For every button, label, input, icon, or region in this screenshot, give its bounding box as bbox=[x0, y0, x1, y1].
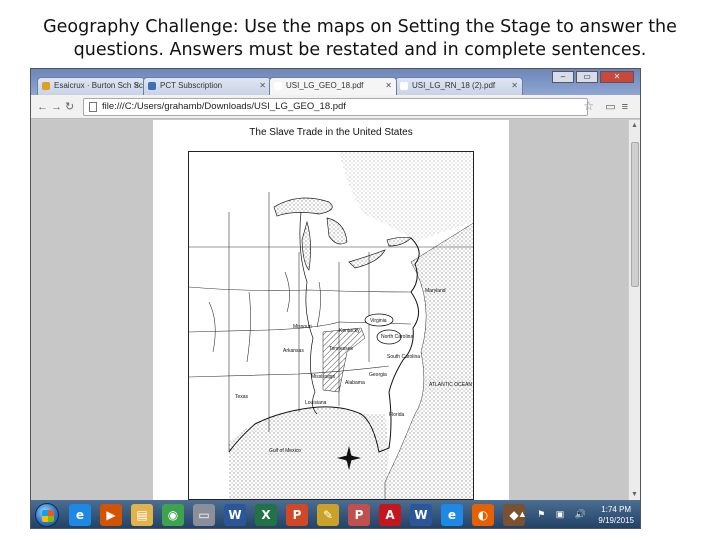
label-atlantic-ocean: ATLANTIC OCEAN bbox=[429, 382, 472, 388]
gulf-area bbox=[229, 407, 389, 499]
chrome-icon[interactable]: ◉ bbox=[162, 504, 184, 526]
pdf-page: The Slave Trade in the United States Mis… bbox=[153, 120, 509, 500]
notepad-icon[interactable]: ✎ bbox=[317, 504, 339, 526]
map-drawing: Missouri Kentucky Virginia Maryland Nort… bbox=[189, 152, 473, 499]
tab-4-label: USI_LG_RN_18 (2).pdf bbox=[412, 81, 496, 90]
minimize-button[interactable]: – bbox=[552, 71, 574, 83]
label-missouri: Missouri bbox=[293, 324, 312, 330]
system-tray-icons[interactable]: ▲ ⚑ ▣ 🔊 bbox=[518, 509, 590, 520]
label-gulf-of-mexico: Gulf of Mexico bbox=[269, 448, 301, 454]
powerpoint-icon[interactable]: P bbox=[286, 504, 308, 526]
explorer-folder-icon[interactable]: ▤ bbox=[131, 504, 153, 526]
scrollbar-thumb[interactable] bbox=[631, 142, 639, 287]
tab-4-close-icon[interactable]: ✕ bbox=[511, 78, 518, 94]
browser-toolbar: ← → ↻ file:///C:/Users/grahamb/Downloads… bbox=[31, 95, 640, 119]
page-icon bbox=[89, 102, 97, 112]
label-arkansas: Arkansas bbox=[283, 348, 304, 354]
label-north-carolina: North Carolina bbox=[381, 334, 413, 340]
lake-superior bbox=[273, 197, 333, 217]
close-window-button[interactable]: ✕ bbox=[600, 71, 634, 83]
tab-4[interactable]: USI_LG_RN_18 (2).pdf ✕ bbox=[395, 77, 523, 95]
acrobat-icon[interactable]: A bbox=[379, 504, 401, 526]
tab-2-label: PCT Subscription bbox=[160, 81, 223, 90]
slide-title-line-2: questions. Answers must be restated and … bbox=[73, 40, 647, 60]
label-virginia: Virginia bbox=[370, 318, 387, 324]
lake-ontario bbox=[386, 236, 412, 247]
ie-icon[interactable]: e bbox=[69, 504, 91, 526]
media-player-icon[interactable]: ▶ bbox=[100, 504, 122, 526]
tab-3-favicon-icon bbox=[274, 82, 282, 90]
extensions-menu-icon[interactable]: ▭≡ bbox=[605, 100, 634, 113]
atlantic-ocean-area bbox=[384, 222, 473, 499]
address-bar[interactable]: file:///C:/Users/grahamb/Downloads/USI_L… bbox=[83, 98, 588, 116]
word-icon[interactable]: W bbox=[224, 504, 246, 526]
label-alabama: Alabama bbox=[345, 380, 365, 386]
tab-2-close-icon[interactable]: ✕ bbox=[259, 78, 266, 94]
clock-time: 1:74 PM bbox=[601, 505, 632, 514]
ie2-icon[interactable]: e bbox=[441, 504, 463, 526]
label-georgia: Georgia bbox=[369, 372, 387, 378]
scroll-up-arrow-icon[interactable]: ▲ bbox=[631, 122, 638, 129]
slide-title-line-1: Geography Challenge: Use the maps on Set… bbox=[43, 17, 677, 37]
lake-michigan bbox=[301, 220, 311, 271]
excel-icon[interactable]: X bbox=[255, 504, 277, 526]
publisher-icon[interactable]: P bbox=[348, 504, 370, 526]
lake-erie bbox=[348, 249, 386, 269]
forward-arrow-icon[interactable]: → bbox=[51, 100, 62, 114]
word2-icon[interactable]: W bbox=[410, 504, 432, 526]
tab-1[interactable]: Esaicrux · Burton Sch Scr ✕ bbox=[37, 77, 145, 95]
scroll-down-arrow-icon[interactable]: ▼ bbox=[631, 491, 638, 498]
firefox-icon[interactable]: ◐ bbox=[472, 504, 494, 526]
canada-north-stipple bbox=[339, 152, 473, 242]
start-button[interactable] bbox=[35, 503, 59, 527]
tab-2-favicon-icon bbox=[148, 82, 156, 90]
tab-bar: Esaicrux · Burton Sch Scr ✕ PCT Subscrip… bbox=[31, 69, 640, 95]
screenshot: Esaicrux · Burton Sch Scr ✕ PCT Subscrip… bbox=[30, 68, 641, 529]
label-maryland: Maryland bbox=[425, 288, 446, 294]
tab-1-label: Esaicrux · Burton Sch Scr bbox=[54, 81, 145, 90]
maximize-button[interactable]: ▭ bbox=[576, 71, 598, 83]
lake-huron bbox=[326, 217, 348, 245]
reload-icon[interactable]: ↻ bbox=[65, 100, 74, 114]
address-text: file:///C:/Users/grahamb/Downloads/USI_L… bbox=[102, 101, 346, 112]
bookmark-star-icon[interactable]: ☆ bbox=[583, 99, 594, 113]
pdf-viewer: The Slave Trade in the United States Mis… bbox=[31, 120, 629, 500]
system-clock[interactable]: 1:74 PM 9/19/2015 bbox=[598, 504, 634, 526]
label-louisiana: Louisiana bbox=[305, 400, 327, 406]
back-arrow-icon[interactable]: ← bbox=[37, 100, 48, 114]
label-texas: Texas bbox=[235, 394, 249, 400]
windows-logo-icon bbox=[42, 510, 54, 522]
label-mississippi: Mississippi bbox=[311, 374, 335, 380]
drive-icon[interactable]: ▭ bbox=[193, 504, 215, 526]
tab-1-close-icon[interactable]: ✕ bbox=[133, 78, 140, 94]
window-controls: – ▭ ✕ bbox=[552, 71, 634, 83]
map-title: The Slave Trade in the United States bbox=[249, 127, 413, 138]
tab-1-favicon-icon bbox=[42, 82, 50, 90]
tab-3[interactable]: USI_LG_GEO_18.pdf ✕ bbox=[269, 77, 397, 95]
label-south-carolina: South Carolina bbox=[387, 354, 420, 360]
slide-title: Geography Challenge: Use the maps on Set… bbox=[40, 16, 680, 62]
vertical-scrollbar[interactable]: ▲ ▼ bbox=[628, 120, 640, 500]
clock-date: 9/19/2015 bbox=[598, 516, 634, 525]
slave-trade-map: Missouri Kentucky Virginia Maryland Nort… bbox=[188, 151, 474, 500]
tab-4-favicon-icon bbox=[400, 82, 408, 90]
label-kentucky: Kentucky bbox=[339, 328, 360, 334]
windows-taskbar: e ▶ ▤ ◉ ▭ W X P ✎ P A We ◐ ◆ ▲ ⚑ ▣ 🔊 1:74 PM 9/19/201… bbox=[31, 500, 640, 528]
label-tennessee: Tennessee bbox=[329, 346, 353, 352]
tab-2[interactable]: PCT Subscription ✕ bbox=[143, 77, 271, 95]
tab-3-label: USI_LG_GEO_18.pdf bbox=[286, 81, 364, 90]
tab-3-close-icon[interactable]: ✕ bbox=[385, 78, 392, 94]
label-florida: Florida bbox=[389, 412, 405, 418]
